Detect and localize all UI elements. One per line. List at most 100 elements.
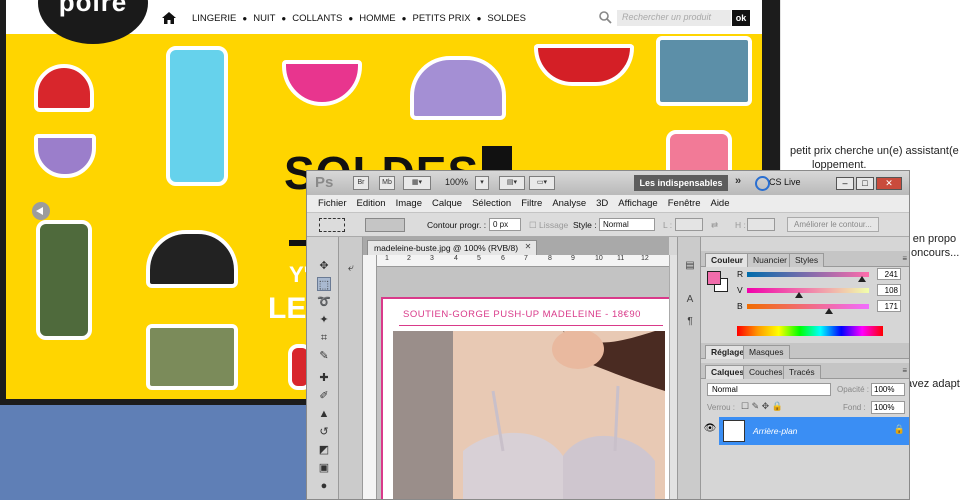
move-tool-icon[interactable]: ✥	[317, 259, 331, 273]
lasso-tool-icon[interactable]: ➰	[317, 295, 331, 309]
antialias-checkbox[interactable]: ☐ Lissage	[529, 220, 568, 231]
crop-tool-icon[interactable]: ⌗	[317, 331, 331, 345]
layer-row-background[interactable]: Arrière-plan 🔒	[719, 417, 909, 445]
bridge-button[interactable]: Br	[353, 176, 369, 190]
slider-thumb[interactable]	[824, 308, 833, 314]
maximize-button[interactable]: □	[856, 177, 874, 190]
channel-b-value[interactable]: 171	[877, 300, 901, 312]
product-pink-brief[interactable]	[282, 60, 362, 106]
slider-thumb[interactable]	[858, 276, 867, 282]
product-camo-boxer[interactable]	[146, 324, 238, 390]
fill-input[interactable]: 100%	[871, 401, 905, 414]
minibridge-button[interactable]: Mb	[379, 176, 395, 190]
eraser-tool-icon[interactable]: ◩	[317, 443, 331, 457]
workspace-switcher[interactable]: Les indispensables	[634, 175, 728, 191]
feather-input[interactable]: 0 px	[489, 218, 521, 231]
panel-menu-icon[interactable]: ≡	[902, 254, 907, 263]
nav-collants[interactable]: COLLANTS	[286, 13, 348, 25]
nav-homme[interactable]: HOMME	[353, 13, 401, 25]
tab-couleur[interactable]: Couleur	[705, 253, 750, 267]
tab-masques[interactable]: Masques	[743, 345, 790, 359]
color-spectrum-bar[interactable]	[737, 326, 883, 336]
arrange-docs-button[interactable]: ▤▾	[499, 176, 525, 190]
menu-edition[interactable]: Edition	[352, 195, 391, 212]
height-input[interactable]	[747, 218, 775, 231]
close-tab-icon[interactable]: ✕	[523, 242, 533, 252]
channel-g-value[interactable]: 108	[877, 284, 901, 296]
channel-r-value[interactable]: 241	[877, 268, 901, 280]
style-select[interactable]: Normal	[599, 218, 655, 231]
menu-fichier[interactable]: Fichier	[313, 195, 352, 212]
layers-menu-icon[interactable]: ≡	[902, 366, 907, 375]
home-icon[interactable]	[162, 12, 176, 24]
swap-icon[interactable]: ⇄	[711, 220, 718, 231]
workspace-more-icon[interactable]: »	[735, 175, 741, 187]
screen-mode-button[interactable]: ▭▾	[529, 176, 555, 190]
product-red-brief[interactable]	[534, 44, 634, 86]
history-panel-icon[interactable]: ⤶	[344, 261, 358, 275]
refine-edge-button[interactable]: Améliorer le contour...	[787, 217, 879, 232]
search-button[interactable]: ok	[732, 10, 750, 26]
blur-tool-icon[interactable]: ●	[317, 479, 331, 493]
menu-selection[interactable]: Sélection	[467, 195, 516, 212]
visibility-eye-icon[interactable]: 👁	[703, 423, 717, 437]
view-extras-button[interactable]: ▦▾	[403, 176, 431, 190]
width-input[interactable]	[675, 218, 703, 231]
magic-wand-icon[interactable]: ✦	[317, 313, 331, 327]
minimize-button[interactable]: –	[836, 177, 854, 190]
minibridge-panel-icon[interactable]: ▤	[683, 259, 697, 273]
nav-nuit[interactable]: NUIT	[247, 13, 281, 25]
product-black-bra[interactable]	[146, 230, 238, 288]
channel-r-slider[interactable]	[747, 272, 869, 282]
paragraph-panel-icon[interactable]: ¶	[683, 315, 697, 329]
selection-mode-icons[interactable]	[365, 218, 405, 232]
menu-aide[interactable]: Aide	[705, 195, 734, 212]
product-purple-brief[interactable]	[34, 134, 96, 178]
stamp-tool-icon[interactable]: ▲	[317, 407, 331, 421]
gradient-tool-icon[interactable]: ▣	[317, 461, 331, 475]
eyedropper-icon[interactable]: ✎	[317, 349, 331, 363]
search-input[interactable]: Rechercher un produit	[617, 10, 731, 26]
marquee-preset-icon[interactable]	[319, 218, 345, 232]
slider-thumb[interactable]	[794, 292, 803, 298]
menu-filtre[interactable]: Filtre	[516, 195, 547, 212]
zoom-dropdown[interactable]: ▾	[475, 176, 489, 190]
menu-affichage[interactable]: Affichage	[613, 195, 662, 212]
close-button[interactable]: ✕	[876, 177, 902, 190]
tab-traces[interactable]: Tracés	[783, 365, 821, 379]
menu-3d[interactable]: 3D	[591, 195, 613, 212]
tab-styles[interactable]: Styles	[789, 253, 825, 267]
zoom-level[interactable]: 100%	[445, 177, 468, 187]
product-lavender-bra[interactable]	[410, 56, 506, 120]
canvas-area[interactable]: SOUTIEN-GORGE PUSH-UP MADELEINE - 18€90	[377, 267, 671, 499]
carousel-prev-button[interactable]	[32, 202, 50, 220]
tab-couches[interactable]: Couches	[743, 365, 789, 379]
character-panel-icon[interactable]: A	[683, 293, 697, 307]
channel-b-slider[interactable]	[747, 304, 869, 314]
product-patterned-boxer[interactable]	[656, 36, 752, 106]
canvas-scrollbar[interactable]	[669, 255, 677, 499]
nav-lingerie[interactable]: LINGERIE	[186, 13, 242, 25]
menu-image[interactable]: Image	[391, 195, 427, 212]
product-blue-nightwear[interactable]	[166, 46, 228, 186]
opacity-input[interactable]: 100%	[871, 383, 905, 396]
document-canvas[interactable]: SOUTIEN-GORGE PUSH-UP MADELEINE - 18€90	[381, 297, 671, 499]
blend-mode-select[interactable]: Normal	[707, 383, 831, 396]
product-red-bra[interactable]	[34, 64, 94, 112]
foreground-color-swatch[interactable]	[707, 271, 721, 285]
channel-g-slider[interactable]	[747, 288, 869, 298]
menu-analyse[interactable]: Analyse	[547, 195, 591, 212]
brush-tool-icon[interactable]: ✐	[317, 389, 331, 403]
healing-brush-icon[interactable]: ✚	[317, 371, 331, 385]
history-brush-icon[interactable]: ↺	[317, 425, 331, 439]
document-tab[interactable]: madeleine-buste.jpg @ 100% (RVB/8) ✕	[367, 240, 537, 255]
tab-nuancier[interactable]: Nuancier	[747, 253, 794, 267]
cs-live-button[interactable]: CS Live	[755, 176, 801, 191]
lock-icons[interactable]: ☐ ✎ ✥ 🔒	[741, 401, 783, 412]
nav-soldes[interactable]: SOLDES	[481, 13, 532, 25]
nav-petits-prix[interactable]: PETITS PRIX	[406, 13, 476, 25]
product-green-playsuit[interactable]	[36, 220, 92, 340]
menu-calque[interactable]: Calque	[427, 195, 467, 212]
menu-fenetre[interactable]: Fenêtre	[663, 195, 706, 212]
marquee-tool-icon[interactable]: ⬚	[317, 277, 331, 291]
